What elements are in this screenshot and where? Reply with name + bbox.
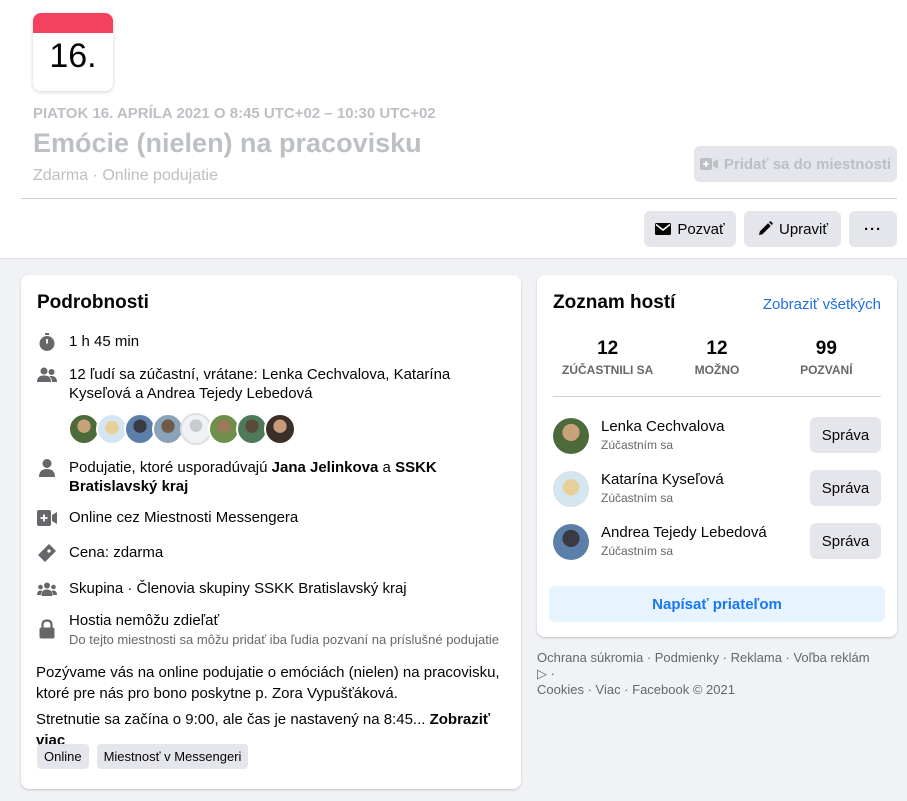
- online-text: Online cez Miestnosti Messengera: [69, 509, 299, 526]
- stopwatch-icon: [37, 332, 57, 352]
- message-guest-button[interactable]: Správa: [810, 523, 881, 559]
- guest-stats: 12 ZÚČASTNILI SA 12 MOŽNO 99 POZVANÍ: [553, 338, 881, 377]
- stat-invited-count: 99: [815, 338, 837, 359]
- attendance-row: 12 ľudí sa zúčastní, vrátane: Lenka Cech…: [37, 365, 509, 403]
- guest-row: Andrea Tejedy Lebedová Zúčastním sa Sprá…: [553, 522, 881, 562]
- guest-list-card: Zoznam hostí Zobraziť všetkých 12 ZÚČAST…: [537, 275, 897, 637]
- stat-maybe-label: MOŽNO: [694, 363, 740, 377]
- group-row: Skupina · Členovia skupiny SSKK Bratisla…: [37, 579, 407, 599]
- guest-status: Zúčastním sa: [601, 544, 674, 558]
- person-icon: [37, 458, 57, 478]
- group-icon: [37, 579, 57, 599]
- privacy-row: Hostia nemôžu zdieľať Do tejto miestnost…: [37, 611, 499, 648]
- people-icon: [37, 365, 57, 385]
- duration-row: 1 h 45 min: [37, 332, 139, 352]
- video-icon: [699, 158, 718, 170]
- see-all-guests-link[interactable]: Zobraziť všetkých: [763, 296, 881, 313]
- event-title: Emócie (nielen) na pracovisku: [33, 128, 422, 158]
- host-text: Podujatie, ktoré usporadúvajú Jana Jelin…: [69, 458, 509, 496]
- duration-text: 1 h 45 min: [69, 333, 140, 350]
- stat-maybe[interactable]: 12 MOŽNO: [662, 338, 771, 377]
- avatar[interactable]: [553, 418, 589, 454]
- guest-divider: [553, 396, 881, 397]
- tag-online[interactable]: Online: [37, 744, 89, 769]
- footer-line-1[interactable]: Ochrana súkromia · Podmienky · Reklama ·…: [537, 650, 882, 682]
- privacy-subtitle: Do tejto miestnosti sa môžu pridať iba ľ…: [69, 632, 499, 647]
- envelope-icon: [655, 223, 672, 235]
- online-row: Online cez Miestnosti Messengera: [37, 508, 298, 528]
- edit-label: Upraviť: [779, 220, 828, 238]
- details-title: Podrobnosti: [37, 292, 149, 313]
- guest-name[interactable]: Katarína Kyseľová: [601, 471, 724, 488]
- guest-list-title: Zoznam hostí: [553, 292, 676, 313]
- host-prefix: Podujatie, ktoré usporadúvajú: [69, 459, 272, 476]
- add-to-room-label: Pridať sa do miestnosti: [723, 155, 892, 173]
- calendar-badge: 16.: [33, 13, 113, 91]
- event-subtitle: Zdarma · Online podujatie: [33, 167, 218, 184]
- invite-button[interactable]: Pozvať: [644, 211, 736, 247]
- stat-invited-label: POZVANÍ: [800, 363, 853, 377]
- tag-messenger-room[interactable]: Miestnosť v Messengeri: [96, 744, 249, 769]
- ticket-icon: [37, 543, 57, 563]
- details-card: Podrobnosti 1 h 45 min 12 ľudí sa zúčast…: [21, 275, 521, 789]
- event-date: PIATOK 16. APRÍLA 2021 O 8:45 UTC+02 – 1…: [33, 105, 436, 122]
- group-text[interactable]: Skupina · Členovia skupiny SSKK Bratisla…: [69, 579, 407, 598]
- footer-links: Ochrana súkromia · Podmienky · Reklama ·…: [537, 650, 882, 698]
- edit-button[interactable]: Upraviť: [744, 211, 841, 247]
- stat-invited[interactable]: 99 POZVANÍ: [772, 338, 881, 377]
- avatar[interactable]: [553, 524, 589, 560]
- host-link-1[interactable]: Jana Jelinkova: [272, 459, 379, 476]
- calendar-day: 16.: [49, 37, 97, 75]
- guest-status: Zúčastním sa: [601, 491, 674, 505]
- guest-name[interactable]: Lenka Cechvalova: [601, 418, 724, 435]
- event-tags: Online Miestnosť v Messengeri: [37, 744, 249, 769]
- privacy-texts: Hostia nemôžu zdieľať Do tejto miestnost…: [69, 611, 499, 648]
- attendee-avatar[interactable]: [264, 413, 296, 445]
- guest-name[interactable]: Andrea Tejedy Lebedová: [601, 524, 767, 541]
- event-header: 16. PIATOK 16. APRÍLA 2021 O 8:45 UTC+02…: [0, 0, 907, 259]
- stat-going-count: 12: [597, 338, 619, 359]
- lock-icon: [37, 619, 57, 639]
- host-and: a: [378, 459, 396, 476]
- attendance-text[interactable]: 12 ľudí sa zúčastní, vrátane: Lenka Cech…: [69, 365, 509, 403]
- description-text: Stretnutie sa začína o 9:00, ale čas je …: [36, 711, 426, 728]
- stat-maybe-count: 12: [706, 338, 728, 359]
- messenger-room-icon: [37, 508, 57, 528]
- stat-going-label: ZÚČASTNILI SA: [561, 363, 654, 377]
- privacy-title: Hostia nemôžu zdieľať: [69, 612, 220, 629]
- guest-row: Katarína Kyseľová Zúčastním sa Správa: [553, 469, 881, 509]
- header-divider: [21, 198, 897, 199]
- footer-line-2[interactable]: Cookies · Viac · Facebook © 2021: [537, 682, 882, 698]
- pencil-icon: [759, 221, 773, 235]
- add-to-room-button[interactable]: Pridať sa do miestnosti: [694, 146, 897, 182]
- guest-status: Zúčastním sa: [601, 438, 674, 452]
- price-row: Cena: zdarma: [37, 543, 163, 563]
- avatar[interactable]: [553, 471, 589, 507]
- guest-row: Lenka Cechvalova Zúčastním sa Správa: [553, 416, 881, 456]
- host-row: Podujatie, ktoré usporadúvajú Jana Jelin…: [37, 458, 509, 496]
- invite-label: Pozvať: [677, 220, 725, 238]
- attendee-avatars: [68, 413, 296, 445]
- message-friends-button[interactable]: Napísať priateľom: [549, 586, 885, 622]
- message-guest-button[interactable]: Správa: [810, 470, 881, 506]
- event-description: Pozývame vás na online podujatie o emóci…: [36, 664, 500, 702]
- stat-going[interactable]: 12 ZÚČASTNILI SA: [553, 338, 662, 377]
- calendar-badge-top: [33, 13, 113, 33]
- message-guest-button[interactable]: Správa: [810, 417, 881, 453]
- more-options-button[interactable]: ···: [849, 211, 897, 247]
- price-text: Cena: zdarma: [69, 544, 164, 561]
